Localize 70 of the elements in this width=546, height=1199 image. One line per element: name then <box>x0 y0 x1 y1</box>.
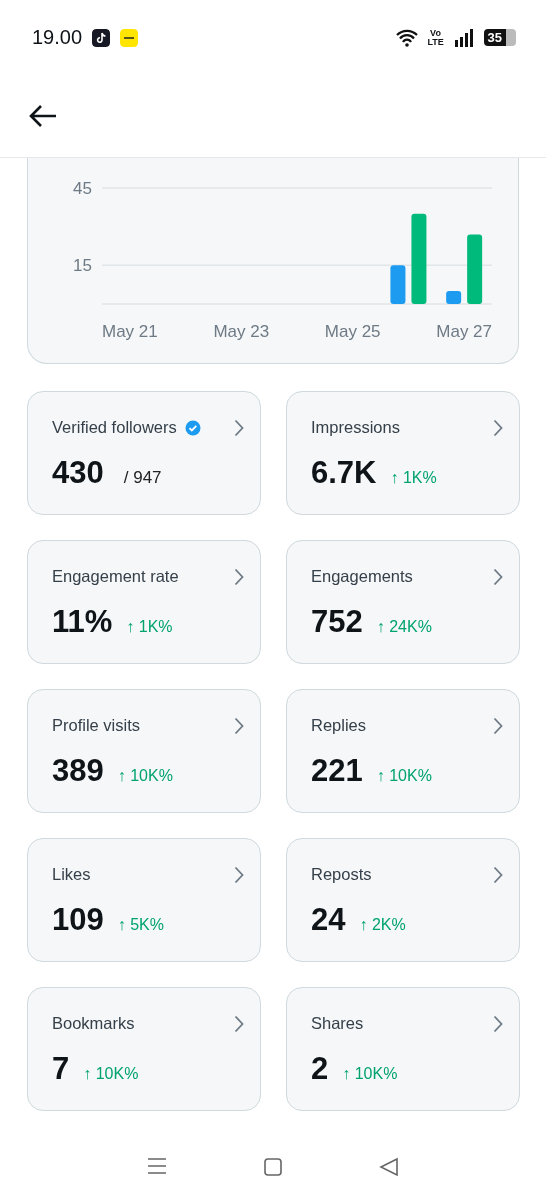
signal-icon <box>453 28 474 47</box>
chevron-right-icon <box>493 865 503 884</box>
x-axis-label: May 21 <box>102 322 158 341</box>
metric-label: Likes <box>52 865 91 884</box>
metric-card[interactable]: Shares 2 ↑ 10K% <box>286 987 520 1111</box>
change-percentage: ↑ 1K% <box>126 618 173 636</box>
music-note-app-icon <box>92 28 111 47</box>
app-icon <box>120 28 139 47</box>
back-button[interactable] <box>28 103 58 129</box>
bar <box>446 291 462 304</box>
metric-card[interactable]: Profile visits 389 ↑ 10K% <box>27 689 261 813</box>
change-percentage: ↑ 10K% <box>117 767 173 785</box>
menu-icon[interactable] <box>147 1157 167 1175</box>
chevron-right-icon <box>234 865 244 884</box>
metric-value: 109 <box>52 902 104 938</box>
home-square-icon[interactable] <box>263 1157 283 1177</box>
change-percentage: ↑ 24K% <box>376 618 432 636</box>
metric-value: 752 <box>311 604 363 640</box>
metric-card[interactable]: Verified followers 430 / 947 <box>27 391 261 515</box>
y-axis-label: 15 <box>73 256 92 276</box>
metric-label: Impressions <box>311 418 400 437</box>
metric-label: Reposts <box>311 865 372 884</box>
battery-level: 35 <box>483 29 516 46</box>
chevron-right-icon <box>234 716 244 735</box>
status-time: 19.00 <box>32 26 83 49</box>
change-percentage: ↑ 1K% <box>390 469 437 487</box>
metric-card[interactable]: Replies 221 ↑ 10K% <box>286 689 520 813</box>
change-percentage: ↑ 10K% <box>83 1065 139 1083</box>
chevron-right-icon <box>234 418 244 437</box>
change-percentage: ↑ 10K% <box>342 1065 398 1083</box>
chevron-right-icon <box>493 716 503 735</box>
back-triangle-icon[interactable] <box>379 1157 399 1177</box>
metric-label: Replies <box>311 716 367 735</box>
bar <box>467 234 483 304</box>
metric-label: Shares <box>311 1014 364 1033</box>
x-axis-label: May 27 <box>436 322 492 341</box>
metric-label: Bookmarks <box>52 1014 135 1033</box>
metric-label: Profile visits <box>52 716 141 735</box>
metric-card[interactable]: Reposts 24 ↑ 2K% <box>286 838 520 962</box>
metric-card[interactable]: Engagements 752 ↑ 24K% <box>286 540 520 664</box>
metric-card[interactable]: Likes 109 ↑ 5K% <box>27 838 261 962</box>
metric-value: 389 <box>52 753 104 789</box>
metric-total: / 947 <box>123 468 162 488</box>
chevron-right-icon <box>493 567 503 586</box>
change-percentage: ↑ 5K% <box>117 916 164 934</box>
metric-card[interactable]: Bookmarks 7 ↑ 10K% <box>27 987 261 1111</box>
network-type-label: Vo LTE <box>427 28 444 47</box>
chevron-right-icon <box>234 567 244 586</box>
metric-value: 6.7K <box>311 455 377 491</box>
change-percentage: ↑ 10K% <box>376 767 432 785</box>
metric-label: Engagement rate <box>52 567 179 586</box>
x-axis-label: May 23 <box>213 322 270 341</box>
metric-value: 430 <box>52 455 104 491</box>
chevron-right-icon <box>493 1014 503 1033</box>
metric-value: 11% <box>52 604 113 640</box>
bar <box>390 265 406 304</box>
metric-label: Engagements <box>311 567 413 586</box>
wifi-icon <box>395 28 418 47</box>
metric-value: 24 <box>311 902 346 938</box>
metric-value: 221 <box>311 753 363 789</box>
change-percentage: ↑ 2K% <box>359 916 406 934</box>
chevron-right-icon <box>493 418 503 437</box>
metric-value: 2 <box>311 1051 329 1087</box>
metric-card[interactable]: Impressions 6.7K ↑ 1K% <box>286 391 520 515</box>
chevron-right-icon <box>234 1014 244 1033</box>
metric-value: 7 <box>52 1051 70 1087</box>
metric-label: Verified followers <box>52 418 177 437</box>
metric-card[interactable]: Engagement rate 11% ↑ 1K% <box>27 540 261 664</box>
y-axis-label: 45 <box>73 179 92 198</box>
x-axis-label: May 25 <box>324 322 381 341</box>
